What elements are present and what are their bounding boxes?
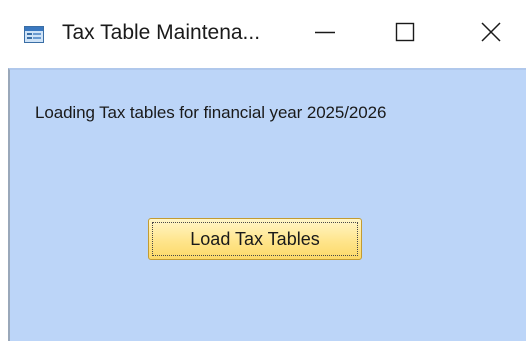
close-icon (480, 21, 502, 48)
tax-table-maintenance-window: Tax Table Maintena... Loading Tax tables… (0, 0, 526, 341)
load-tax-tables-label: Load Tax Tables (190, 228, 320, 249)
minimize-icon (314, 21, 336, 48)
window-app-icon (24, 26, 44, 43)
maximize-icon (394, 21, 416, 48)
dialog-client-area: Loading Tax tables for financial year 20… (8, 68, 526, 341)
load-tax-tables-button[interactable]: Load Tax Tables (148, 218, 362, 260)
title-bar[interactable]: Tax Table Maintena... (0, 0, 526, 68)
maximize-button[interactable] (370, 0, 440, 68)
window-title: Tax Table Maintena... (62, 21, 261, 44)
window-left-edge (0, 68, 8, 341)
loading-status-text: Loading Tax tables for financial year 20… (35, 103, 387, 122)
minimize-button[interactable] (290, 0, 360, 68)
close-button[interactable] (456, 0, 526, 68)
